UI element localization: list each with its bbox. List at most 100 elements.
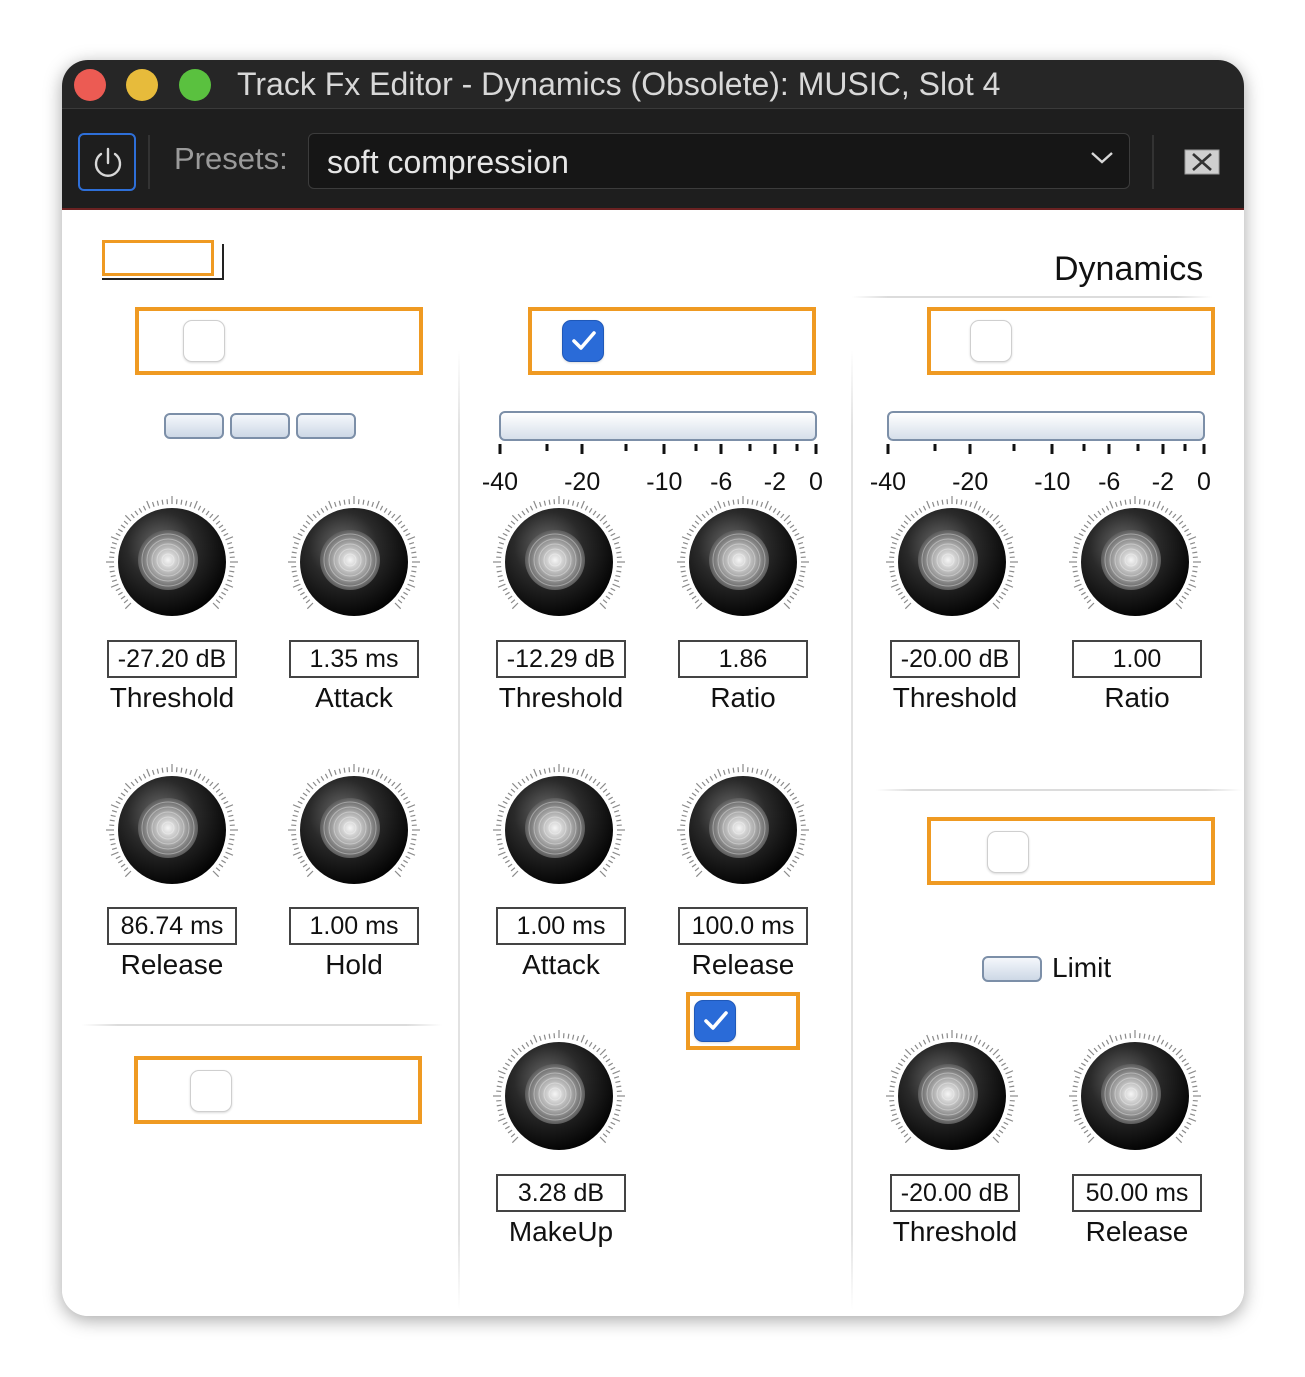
zoom-window-button[interactable] xyxy=(179,69,211,101)
gate-threshold-value[interactable]: -27.20 dB xyxy=(107,640,237,678)
compressor-makeup-value[interactable]: 3.28 dB xyxy=(496,1174,626,1212)
scale-minor-tick xyxy=(624,444,628,451)
compressor-release-knob[interactable] xyxy=(676,764,810,892)
gate-threshold-label: Threshold xyxy=(109,682,235,713)
compressor-ratio-knob[interactable] xyxy=(676,496,810,624)
section-divider xyxy=(82,1024,442,1026)
scale-tick xyxy=(1202,444,1206,454)
scale-tick-label: -6 xyxy=(1098,468,1121,496)
expander-threshold-knob[interactable] xyxy=(885,496,1019,624)
limiter-enable-checkbox[interactable] xyxy=(987,831,1029,873)
compressor-level-meter xyxy=(499,411,817,441)
scale-tick-label: -2 xyxy=(1151,468,1175,496)
gate-indicator-1 xyxy=(164,413,224,439)
scale-minor-tick xyxy=(1082,444,1086,451)
scale-tick-label: -20 xyxy=(564,468,601,496)
expander-level-meter xyxy=(887,411,1205,441)
gate-hold-knob[interactable] xyxy=(287,764,421,892)
toolbar: Presets: soft compression xyxy=(62,108,1244,210)
compressor-auto-release-box[interactable] xyxy=(686,992,800,1050)
power-button[interactable] xyxy=(78,133,136,191)
plugin-panel: Dynamics -27.20 dB Threshold 1.35 ms Att… xyxy=(62,210,1244,1316)
compressor-makeup-knob[interactable] xyxy=(492,1030,626,1158)
limiter-release-value[interactable]: 50.00 ms xyxy=(1072,1174,1202,1212)
compressor-attack-label: Attack xyxy=(522,949,600,980)
scale-tick xyxy=(1050,444,1054,454)
limiter-threshold-knob[interactable] xyxy=(885,1030,1019,1158)
scale-tick xyxy=(719,444,723,454)
close-x-button[interactable] xyxy=(1184,149,1220,175)
expander-enable-checkbox[interactable] xyxy=(970,320,1012,362)
scale-tick-label: -40 xyxy=(481,468,519,496)
compressor-threshold-label: Threshold xyxy=(498,682,624,713)
gate-release-value[interactable]: 86.74 ms xyxy=(107,907,237,945)
scale-minor-tick xyxy=(1183,444,1187,451)
scale-tick-label: -6 xyxy=(710,468,733,496)
checkmark-icon xyxy=(572,331,596,350)
compressor-ratio-value[interactable]: 1.86 xyxy=(678,640,808,678)
close-x-icon xyxy=(1184,149,1220,175)
expander-enable-box[interactable] xyxy=(927,307,1215,375)
expander-ratio-label: Ratio xyxy=(1104,682,1170,713)
scale-tick-label: -40 xyxy=(869,468,907,496)
gate-hold-label: Hold xyxy=(325,949,383,980)
scale-minor-tick xyxy=(1136,444,1140,451)
scale-minor-tick xyxy=(545,444,549,451)
limiter-release-knob[interactable] xyxy=(1068,1030,1202,1158)
gate-attack-knob[interactable] xyxy=(287,496,421,624)
gate-bottom-checkbox[interactable] xyxy=(190,1070,232,1112)
close-window-button[interactable] xyxy=(74,69,106,101)
scale-tick-label: -10 xyxy=(1034,468,1071,496)
power-icon xyxy=(94,147,122,177)
scale-minor-tick xyxy=(1012,444,1016,451)
expander-threshold-value[interactable]: -20.00 dB xyxy=(890,640,1020,678)
scale-tick xyxy=(886,444,890,454)
presets-label: Presets: xyxy=(174,141,288,176)
gate-bottom-enable-box[interactable] xyxy=(134,1056,422,1124)
limiter-threshold-label: Threshold xyxy=(892,1216,1018,1247)
toolbar-separator xyxy=(148,135,150,189)
gate-attack-label: Attack xyxy=(315,682,393,713)
compressor-auto-release-checkbox[interactable] xyxy=(694,1000,736,1042)
gate-indicator-3 xyxy=(296,413,356,439)
limiter-threshold-value[interactable]: -20.00 dB xyxy=(890,1174,1020,1212)
compressor-attack-knob[interactable] xyxy=(492,764,626,892)
compressor-enable-checkbox[interactable] xyxy=(562,320,604,362)
scale-minor-tick xyxy=(694,444,698,451)
compressor-threshold-value[interactable]: -12.29 dB xyxy=(496,640,626,678)
compressor-release-value[interactable]: 100.0 ms xyxy=(678,907,808,945)
scale-minor-tick xyxy=(933,444,937,451)
compressor-enable-box[interactable] xyxy=(528,307,816,375)
track-fx-editor-window: Track Fx Editor - Dynamics (Obsolete): M… xyxy=(62,60,1244,1316)
compressor-meter-scale: -40 -20 -10 -6 -2 0 xyxy=(482,442,823,498)
window-title: Track Fx Editor - Dynamics (Obsolete): M… xyxy=(237,66,1001,102)
title-bar: Track Fx Editor - Dynamics (Obsolete): M… xyxy=(62,60,1244,108)
bypass-small-button[interactable] xyxy=(102,240,224,280)
expander-ratio-value[interactable]: 1.00 xyxy=(1072,640,1202,678)
gate-enable-box[interactable] xyxy=(135,307,423,375)
gate-threshold-knob[interactable] xyxy=(105,496,239,624)
presets-dropdown[interactable]: soft compression xyxy=(308,133,1130,189)
compressor-threshold-knob[interactable] xyxy=(492,496,626,624)
scale-tick-label: -2 xyxy=(763,468,787,496)
scale-tick xyxy=(1107,444,1111,454)
expander-ratio-knob[interactable] xyxy=(1068,496,1202,624)
scale-tick xyxy=(662,444,666,454)
limiter-enable-box[interactable] xyxy=(927,817,1215,885)
scale-tick xyxy=(498,444,502,454)
checkmark-icon xyxy=(704,1011,728,1030)
gate-release-knob[interactable] xyxy=(105,764,239,892)
limiter-release-label: Release xyxy=(1085,1216,1189,1247)
scale-tick-label: 0 xyxy=(1197,468,1211,496)
minimize-window-button[interactable] xyxy=(126,69,158,101)
compressor-release-label: Release xyxy=(691,949,795,980)
gate-enable-checkbox[interactable] xyxy=(183,320,225,362)
plugin-name-label: Dynamics xyxy=(1054,250,1204,288)
compressor-attack-value[interactable]: 1.00 ms xyxy=(496,907,626,945)
expander-threshold-label: Threshold xyxy=(892,682,1018,713)
toolbar-separator xyxy=(1152,135,1154,189)
scale-tick xyxy=(580,444,584,454)
gate-attack-value[interactable]: 1.35 ms xyxy=(289,640,419,678)
scale-tick xyxy=(814,444,818,454)
gate-hold-value[interactable]: 1.00 ms xyxy=(289,907,419,945)
